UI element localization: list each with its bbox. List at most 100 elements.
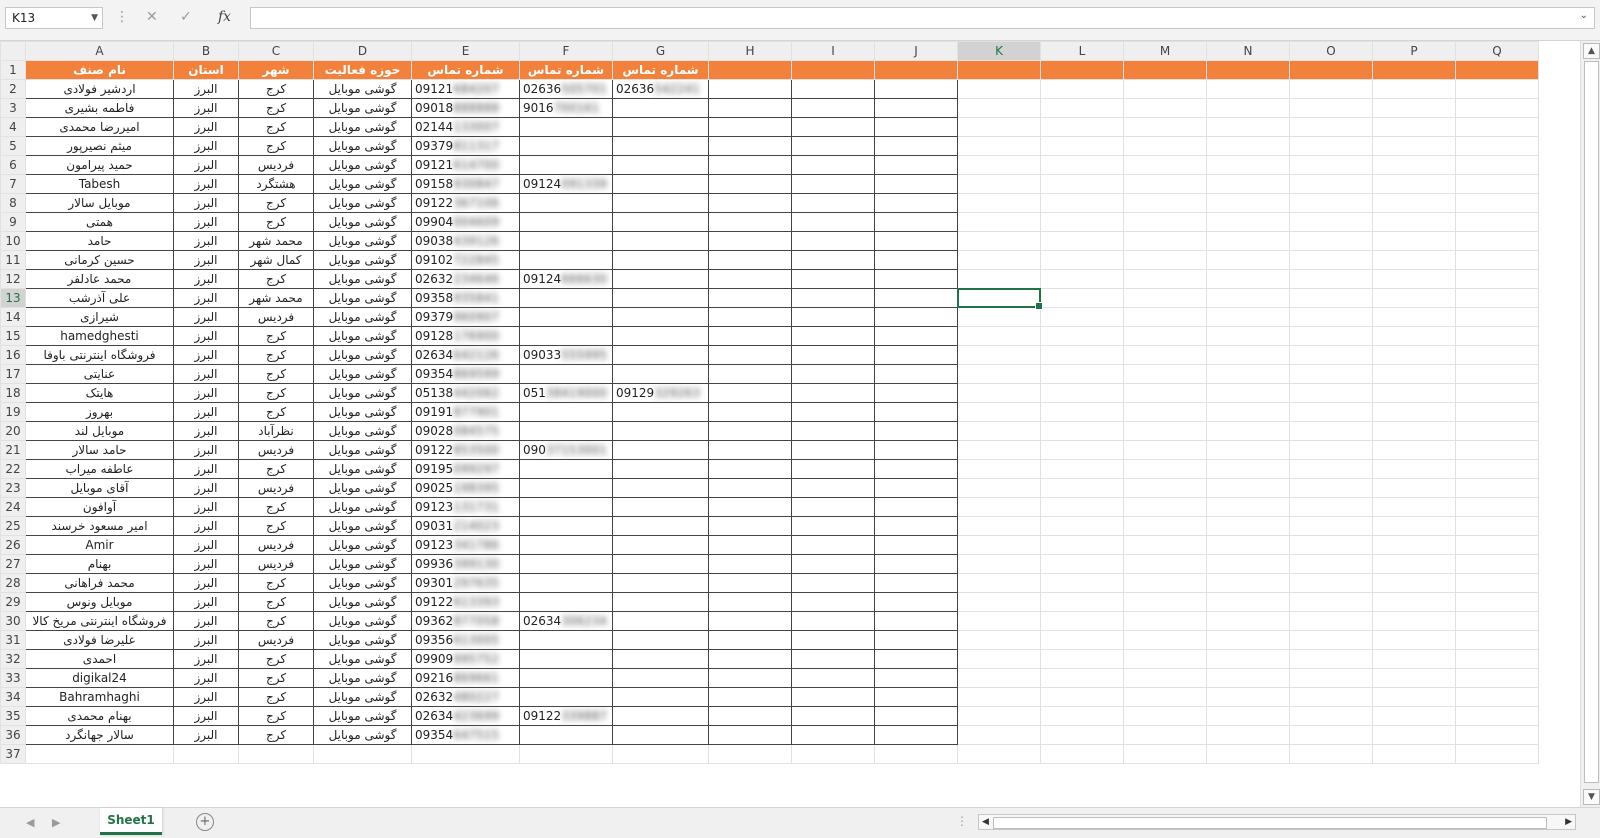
cell-h24[interactable] — [708, 497, 792, 517]
cell-field[interactable]: گوشی موبایل — [313, 497, 412, 517]
cell-province[interactable]: البرز — [173, 630, 239, 650]
cell-city[interactable]: کرج — [238, 117, 314, 137]
cell-o37[interactable] — [1289, 744, 1373, 764]
cell-j21[interactable] — [874, 440, 958, 460]
cell-b37[interactable] — [173, 744, 239, 764]
cell-phone-2[interactable] — [519, 459, 613, 479]
cell-field[interactable]: گوشی موبایل — [313, 269, 412, 289]
cell-name[interactable]: میثم نصیرپور — [25, 136, 174, 156]
cell-i4[interactable] — [791, 117, 875, 137]
cell-k18[interactable] — [957, 383, 1041, 403]
cell-province[interactable]: البرز — [173, 326, 239, 346]
cell-m16[interactable] — [1123, 345, 1207, 365]
cell-phone-3[interactable] — [612, 193, 709, 213]
cell-province[interactable]: البرز — [173, 155, 239, 175]
header-cell-g[interactable]: شماره تماس — [612, 60, 709, 80]
cell-o30[interactable] — [1289, 611, 1373, 631]
cell-phone-2[interactable] — [519, 573, 613, 593]
row-header-16[interactable]: 16 — [0, 345, 26, 365]
header-cell-p[interactable] — [1372, 60, 1456, 80]
cell-city[interactable]: کرج — [238, 193, 314, 213]
cell-h28[interactable] — [708, 573, 792, 593]
cell-l35[interactable] — [1040, 706, 1124, 726]
cell-phone-1[interactable]: 09122613393 — [411, 592, 520, 612]
cell-l10[interactable] — [1040, 231, 1124, 251]
cell-g37[interactable] — [612, 744, 709, 764]
cell-field[interactable]: گوشی موبایل — [313, 459, 412, 479]
cell-o31[interactable] — [1289, 630, 1373, 650]
cell-l33[interactable] — [1040, 668, 1124, 688]
cell-l17[interactable] — [1040, 364, 1124, 384]
cell-i33[interactable] — [791, 668, 875, 688]
check-icon[interactable]: ✓ — [180, 9, 192, 25]
cell-k36[interactable] — [957, 725, 1041, 745]
cell-phone-3[interactable] — [612, 231, 709, 251]
cell-q10[interactable] — [1455, 231, 1539, 251]
cell-field[interactable]: گوشی موبایل — [313, 478, 412, 498]
cell-q4[interactable] — [1455, 117, 1539, 137]
cell-h32[interactable] — [708, 649, 792, 669]
cell-i6[interactable] — [791, 155, 875, 175]
cell-city[interactable]: کمال شهر — [238, 250, 314, 270]
cell-h27[interactable] — [708, 554, 792, 574]
cell-field[interactable]: گوشی موبایل — [313, 649, 412, 669]
cell-m26[interactable] — [1123, 535, 1207, 555]
cell-j3[interactable] — [874, 98, 958, 118]
cell-p6[interactable] — [1372, 155, 1456, 175]
cell-k27[interactable] — [957, 554, 1041, 574]
cell-h25[interactable] — [708, 516, 792, 536]
cell-province[interactable]: البرز — [173, 440, 239, 460]
cell-k10[interactable] — [957, 231, 1041, 251]
cell-city[interactable]: کرج — [238, 497, 314, 517]
cell-o22[interactable] — [1289, 459, 1373, 479]
cell-m8[interactable] — [1123, 193, 1207, 213]
cell-q14[interactable] — [1455, 307, 1539, 327]
cell-phone-1[interactable]: 09301297635 — [411, 573, 520, 593]
cell-i2[interactable] — [791, 79, 875, 99]
cell-k17[interactable] — [957, 364, 1041, 384]
cell-field[interactable]: گوشی موبایل — [313, 79, 412, 99]
cell-k24[interactable] — [957, 497, 1041, 517]
cell-phone-2[interactable] — [519, 288, 613, 308]
cell-i20[interactable] — [791, 421, 875, 441]
cell-city[interactable]: کرج — [238, 611, 314, 631]
cell-phone-1[interactable]: 09102722845 — [411, 250, 520, 270]
cell-province[interactable]: البرز — [173, 421, 239, 441]
cell-phone-2[interactable]: 9016700161 — [519, 98, 613, 118]
cell-q24[interactable] — [1455, 497, 1539, 517]
cell-phone-3[interactable] — [612, 212, 709, 232]
formula-input[interactable]: ⌄ — [250, 7, 1595, 29]
cell-o3[interactable] — [1289, 98, 1373, 118]
spreadsheet-grid[interactable]: ABCDEFGHIJKLMNOPQ 1 نام صنف استان شهر حوزه ف… — [0, 41, 1580, 807]
cell-o19[interactable] — [1289, 402, 1373, 422]
cell-h13[interactable] — [708, 288, 792, 308]
cell-o28[interactable] — [1289, 573, 1373, 593]
cell-n16[interactable] — [1206, 345, 1290, 365]
cell-l23[interactable] — [1040, 478, 1124, 498]
cell-n3[interactable] — [1206, 98, 1290, 118]
cell-j22[interactable] — [874, 459, 958, 479]
cell-p25[interactable] — [1372, 516, 1456, 536]
cell-phone-2[interactable]: 05138419000 — [519, 383, 613, 403]
cell-phone-3[interactable] — [612, 668, 709, 688]
column-header-b[interactable]: B — [173, 41, 239, 61]
row-header-18[interactable]: 18 — [0, 383, 26, 403]
cell-q2[interactable] — [1455, 79, 1539, 99]
cell-field[interactable]: گوشی موبایل — [313, 155, 412, 175]
cell-phone-1[interactable]: 09358935841 — [411, 288, 520, 308]
cell-province[interactable]: البرز — [173, 250, 239, 270]
cell-field[interactable]: گوشی موبایل — [313, 212, 412, 232]
cell-o11[interactable] — [1289, 250, 1373, 270]
cell-province[interactable]: البرز — [173, 592, 239, 612]
cell-p24[interactable] — [1372, 497, 1456, 517]
scroll-up-icon[interactable]: ▲ — [1583, 43, 1600, 59]
cell-o27[interactable] — [1289, 554, 1373, 574]
cell-i32[interactable] — [791, 649, 875, 669]
header-cell-i[interactable] — [791, 60, 875, 80]
cell-k22[interactable] — [957, 459, 1041, 479]
cell-p33[interactable] — [1372, 668, 1456, 688]
cell-k37[interactable] — [957, 744, 1041, 764]
select-all-corner[interactable] — [0, 41, 26, 61]
cell-p15[interactable] — [1372, 326, 1456, 346]
cell-n11[interactable] — [1206, 250, 1290, 270]
